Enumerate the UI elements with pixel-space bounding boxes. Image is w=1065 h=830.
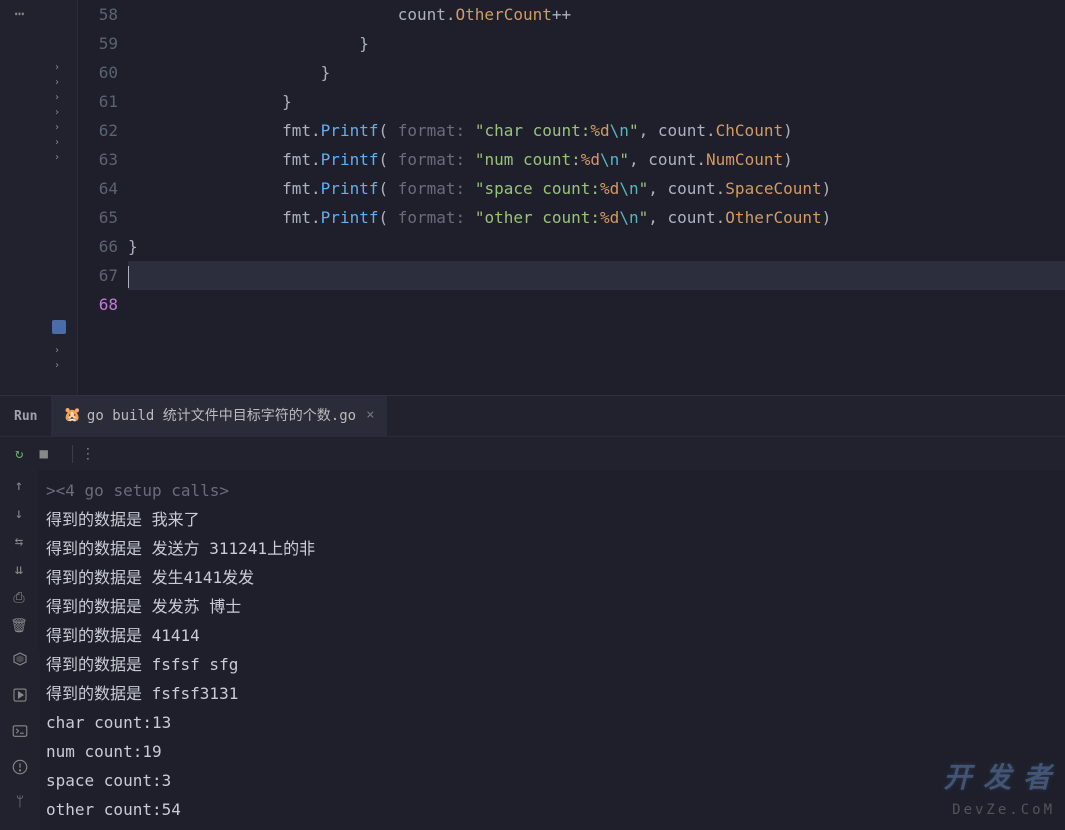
chevron-icon: › — [54, 62, 60, 73]
console-line: num count:19 — [46, 737, 1057, 766]
console-line: ><4 go setup calls> — [46, 476, 1057, 505]
console-line: 得到的数据是 fsfsf sfg — [46, 650, 1057, 679]
code-area[interactable]: count.OtherCount++ } } } fmt.Printf( for… — [128, 0, 1065, 395]
vcs-icon[interactable]: ᛘ — [16, 794, 24, 810]
code-line[interactable]: } — [128, 87, 1065, 116]
run-tab[interactable]: 🐹 go build 统计文件中目标字符的个数.go × — [51, 396, 386, 436]
code-line[interactable]: } — [128, 29, 1065, 58]
console-line: 得到的数据是 发发苏 博士 — [46, 592, 1057, 621]
console-line: space count:3 — [46, 766, 1057, 795]
code-line[interactable]: fmt.Printf( format: "char count:%d\n", c… — [128, 116, 1065, 145]
up-icon[interactable]: ↑ — [15, 478, 23, 494]
console-line: other count:54 — [46, 795, 1057, 824]
more-icon[interactable]: ⋯ — [15, 4, 26, 23]
trash-icon[interactable]: 🗑 — [10, 618, 28, 634]
tree-item[interactable]: › — [50, 120, 66, 135]
tree-item[interactable]: › — [50, 150, 66, 165]
tree-item[interactable]: › — [50, 358, 66, 373]
run-toolbar: ↻ ■ ⋮ — [0, 436, 1065, 470]
terminal-icon[interactable] — [11, 722, 29, 744]
go-icon: 🐹 — [63, 407, 80, 423]
rerun-icon[interactable]: ↻ — [15, 446, 23, 462]
softwrap-icon[interactable]: ⇆ — [15, 534, 23, 550]
run-icon[interactable] — [11, 686, 29, 708]
tree-item[interactable]: › — [50, 75, 66, 90]
line-number: 59 — [78, 29, 118, 58]
console-line: 得到的数据是 发送方 311241上的非 — [46, 534, 1057, 563]
problems-icon[interactable] — [11, 758, 29, 780]
chevron-icon: › — [54, 360, 60, 371]
code-line[interactable]: fmt.Printf( format: "space count:%d\n", … — [128, 174, 1065, 203]
line-gutter: 5859606162636465666768 — [78, 0, 128, 395]
project-tree[interactable]: › › › › › › › › › — [40, 0, 78, 395]
tree-item[interactable]: › — [50, 60, 66, 75]
close-icon[interactable]: × — [366, 407, 374, 423]
separator — [72, 445, 73, 463]
leftbar-bottom: ᛘ — [0, 650, 40, 830]
scroll-icon[interactable]: ⇊ — [15, 562, 23, 578]
stop-icon[interactable]: ■ — [39, 446, 47, 462]
console-line: 得到的数据是 发生4141发发 — [46, 563, 1057, 592]
console-line: 得到的数据是 fsfsf3131 — [46, 679, 1057, 708]
code-line[interactable] — [128, 261, 1065, 290]
line-number: 65 — [78, 203, 118, 232]
line-number: 64 — [78, 174, 118, 203]
console-line: 得到的数据是 41414 — [46, 621, 1057, 650]
chevron-icon: › — [54, 152, 60, 163]
services-icon[interactable] — [11, 650, 29, 672]
line-number: 61 — [78, 87, 118, 116]
line-number: 66 — [78, 232, 118, 261]
more-icon[interactable]: ⋮ — [81, 446, 95, 462]
chevron-icon: › — [54, 92, 60, 103]
code-line[interactable]: } — [128, 58, 1065, 87]
selected-tree-bg[interactable] — [52, 320, 66, 334]
tree-item[interactable]: › — [50, 135, 66, 150]
code-line[interactable]: fmt.Printf( format: "other count:%d\n", … — [128, 203, 1065, 232]
chevron-icon: › — [54, 77, 60, 88]
chevron-icon: › — [54, 122, 60, 133]
code-line[interactable]: count.OtherCount++ — [128, 0, 1065, 29]
tree-item[interactable]: › — [50, 105, 66, 120]
down-icon[interactable]: ↓ — [15, 506, 23, 522]
run-tool-label[interactable]: Run — [0, 409, 51, 424]
print-icon[interactable]: ⎙ — [13, 590, 24, 606]
tree-item[interactable]: › — [50, 90, 66, 105]
activity-bar: ⋯ — [0, 0, 40, 395]
console-line: 得到的数据是 我来了 — [46, 505, 1057, 534]
run-tab-bar: Run 🐹 go build 统计文件中目标字符的个数.go × — [0, 396, 1065, 436]
console-line: char count:13 — [46, 708, 1057, 737]
line-number: 68 — [78, 290, 118, 319]
chevron-icon: › — [54, 345, 60, 356]
line-number: 60 — [78, 58, 118, 87]
line-number: 58 — [78, 0, 118, 29]
line-number: 63 — [78, 145, 118, 174]
console-output[interactable]: ><4 go setup calls>得到的数据是 我来了得到的数据是 发送方 … — [38, 470, 1065, 830]
code-line[interactable]: } — [128, 232, 1065, 261]
tree-item[interactable]: › — [50, 343, 66, 358]
code-line[interactable]: fmt.Printf( format: "num count:%d\n", co… — [128, 145, 1065, 174]
run-tab-title: go build 统计文件中目标字符的个数.go — [87, 405, 356, 425]
code-editor[interactable]: 5859606162636465666768 count.OtherCount+… — [78, 0, 1065, 395]
chevron-icon: › — [54, 137, 60, 148]
chevron-icon: › — [54, 107, 60, 118]
line-number: 67 — [78, 261, 118, 290]
line-number: 62 — [78, 116, 118, 145]
